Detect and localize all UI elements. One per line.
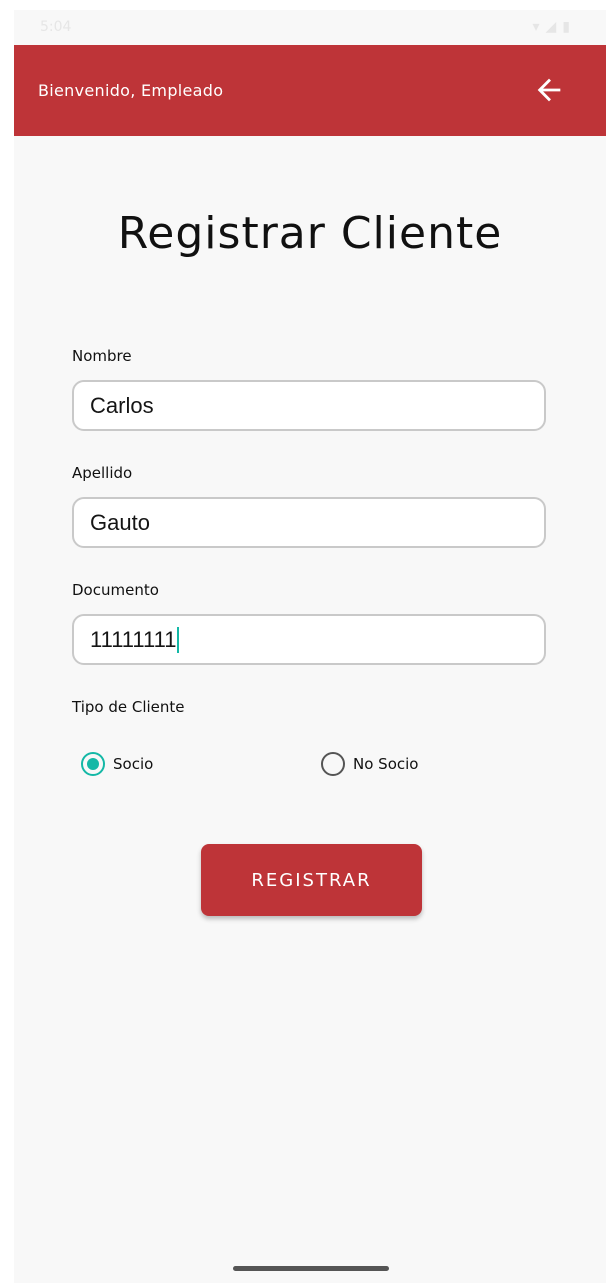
home-indicator[interactable] [233, 1266, 389, 1271]
arrow-left-icon [537, 78, 561, 102]
wifi-icon: ▾ [532, 19, 546, 35]
status-icons: ▾◢▮ [532, 19, 576, 35]
signal-icon: ◢ [545, 19, 563, 35]
apellido-label: Apellido [72, 464, 133, 482]
app-bar-title: Bienvenido, Empleado [38, 81, 224, 100]
page-title: Registrar Cliente [117, 208, 503, 259]
nombre-field[interactable]: Carlos [72, 380, 546, 431]
back-button[interactable] [532, 73, 566, 107]
radio-no-socio-label: No Socio [353, 755, 419, 773]
radio-socio[interactable]: Socio [81, 752, 153, 776]
nombre-label: Nombre [72, 347, 132, 365]
apellido-field[interactable]: Gauto [72, 497, 546, 548]
status-time: 5:04 [40, 19, 72, 35]
documento-value: 11111111 [90, 626, 177, 652]
apellido-value: Gauto [90, 509, 150, 535]
radio-unchecked-icon [321, 752, 345, 776]
registrar-button[interactable]: REGISTRAR [201, 844, 422, 916]
text-cursor [177, 626, 180, 653]
documento-label: Documento [72, 581, 159, 599]
documento-field[interactable]: 11111111 [72, 614, 546, 665]
tipo-cliente-label: Tipo de Cliente [72, 698, 185, 716]
radio-no-socio[interactable]: No Socio [321, 752, 418, 776]
radio-checked-icon [81, 752, 105, 776]
app-bar: Bienvenido, Empleado [14, 45, 606, 136]
nombre-value: Carlos [90, 392, 154, 418]
radio-socio-label: Socio [113, 755, 154, 773]
battery-icon: ▮ [562, 19, 576, 35]
app-screen: 5:04 ▾◢▮ Bienvenido, Empleado Registrar … [14, 10, 606, 1283]
status-bar: 5:04 ▾◢▮ [14, 10, 606, 45]
